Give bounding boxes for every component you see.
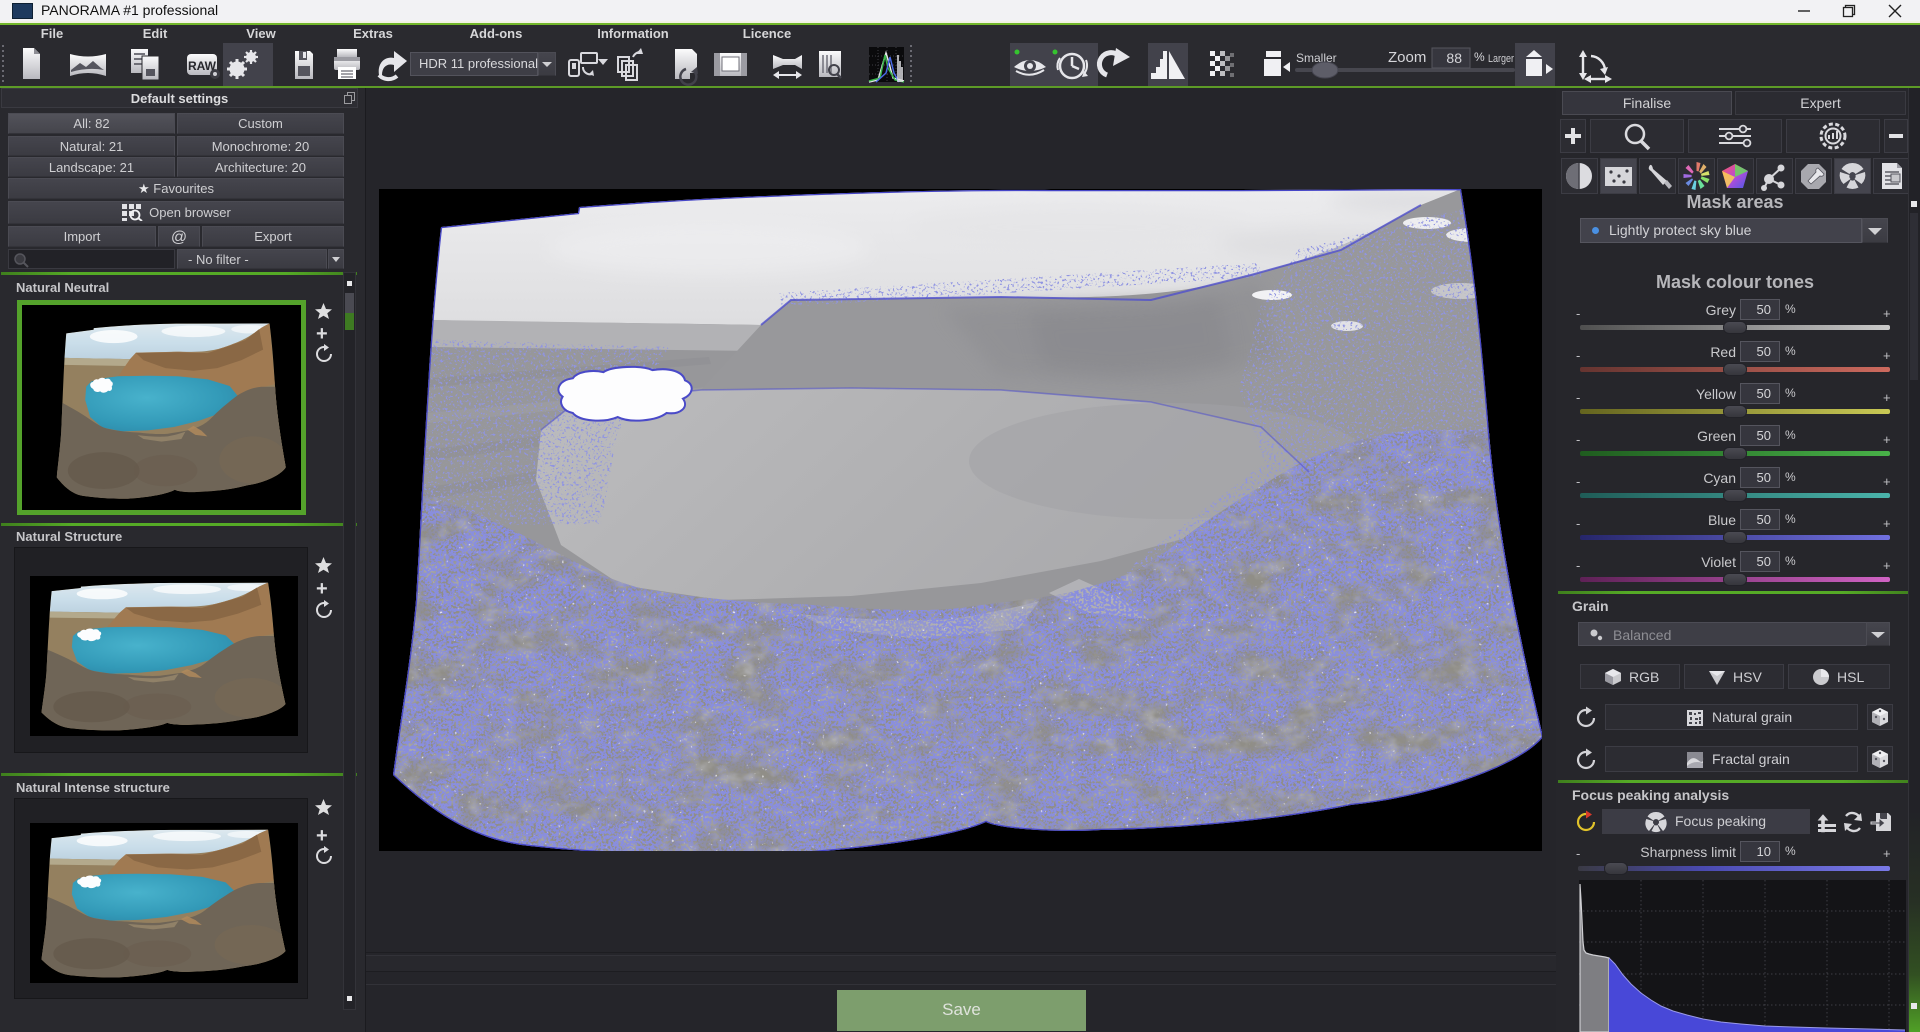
svg-text:Zoom: Zoom — [1388, 49, 1426, 66]
svg-text:Larger: Larger — [1488, 53, 1514, 65]
svg-text:88: 88 — [1446, 50, 1462, 66]
svg-text:%: % — [1474, 50, 1485, 64]
